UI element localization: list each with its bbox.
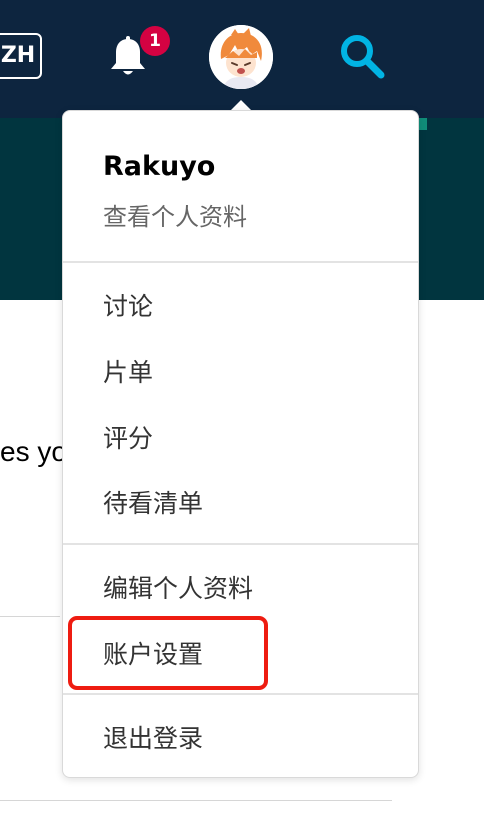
avatar[interactable]	[209, 25, 273, 89]
avatar-image	[209, 25, 273, 89]
view-profile-link[interactable]: 查看个人资料	[103, 197, 247, 232]
language-button[interactable]: ZH	[0, 33, 42, 79]
menu-item-edit-profile[interactable]: 编辑个人资料	[103, 569, 253, 605]
menu-item-watchlist[interactable]: 待看清单	[103, 484, 203, 520]
page-text: es yo	[0, 436, 67, 467]
menu-item-ratings[interactable]: 评分	[103, 419, 153, 455]
menu-item-lists[interactable]: 片单	[103, 353, 153, 389]
menu-item-discussions[interactable]: 讨论	[103, 287, 153, 323]
menu-item-logout[interactable]: 退出登录	[103, 719, 203, 755]
search-icon[interactable]	[336, 30, 388, 82]
content-divider	[0, 800, 392, 801]
page: ZH 1 es yo Rakuyo 查看个人资料 讨论 片单 评分 待看清单 编…	[0, 0, 484, 830]
menu-divider	[63, 543, 418, 545]
content-divider	[0, 616, 60, 617]
menu-divider	[63, 693, 418, 695]
menu-username[interactable]: Rakuyo	[103, 151, 215, 182]
menu-divider	[63, 261, 418, 263]
highlight-box	[68, 616, 268, 690]
notification-badge: 1	[140, 26, 170, 56]
